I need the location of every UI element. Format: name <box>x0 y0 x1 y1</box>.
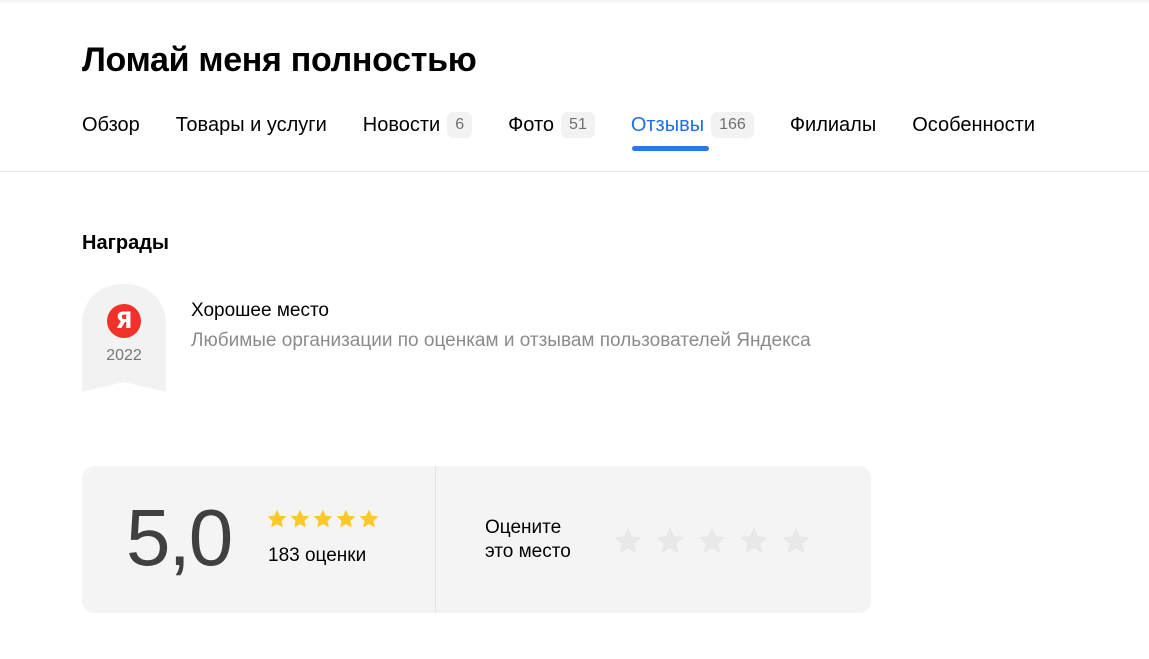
tab-photos[interactable]: Фото 51 <box>508 108 595 142</box>
tab-label: Отзывы <box>630 113 705 136</box>
award-description: Любимые организации по оценкам и отзывам… <box>191 330 811 351</box>
tab-bar: Обзор Товары и услуги Новости 6 Фото 51 … <box>82 108 1035 151</box>
tab-count-badge: 51 <box>561 112 595 138</box>
rating-stars <box>266 508 380 530</box>
star-icon <box>359 509 379 528</box>
card-divider <box>435 466 436 613</box>
tab-label: Обзор <box>82 113 140 136</box>
tab-label: Фото <box>508 113 555 136</box>
page-title: Ломай меня полностью <box>82 41 477 79</box>
tab-label: Товары и услуги <box>175 113 327 136</box>
rate-prompt-line1: Оцените <box>485 517 562 538</box>
rate-star-icon[interactable] <box>738 525 770 557</box>
ratings-count: 183 оценки <box>268 545 367 566</box>
tab-branches[interactable]: Филиалы <box>790 108 876 142</box>
rate-star-icon[interactable] <box>696 525 728 557</box>
rate-star-icon[interactable] <box>654 525 686 557</box>
tab-overview[interactable]: Обзор <box>82 108 140 142</box>
rate-star-icon[interactable] <box>780 525 812 557</box>
tab-label: Филиалы <box>789 113 877 136</box>
tab-label: Особенности <box>912 113 1036 136</box>
tab-count-badge: 166 <box>711 112 754 138</box>
rating-score: 5,0 <box>126 493 233 582</box>
rating-card: 5,0 183 оценки Оцените это место <box>82 466 871 613</box>
header-divider <box>0 171 1149 172</box>
awards-section-title: Награды <box>82 232 170 254</box>
award-name: Хорошее место <box>191 300 330 321</box>
star-icon <box>313 509 333 528</box>
tab-count-badge: 6 <box>447 112 473 138</box>
tab-goods-services[interactable]: Товары и услуги <box>176 108 327 142</box>
star-icon <box>290 509 310 528</box>
award-year: 2022 <box>106 347 142 364</box>
star-icon <box>336 509 356 528</box>
tab-news[interactable]: Новости 6 <box>362 108 473 142</box>
yandex-logo-icon: Я <box>107 304 141 338</box>
rate-prompt-line2: это место <box>485 541 571 562</box>
star-icon <box>267 509 287 528</box>
tab-features[interactable]: Особенности <box>912 108 1035 142</box>
header-shadow <box>0 0 1149 4</box>
rate-stars-input[interactable] <box>612 525 812 557</box>
rate-prompt: Оцените это место <box>485 516 595 564</box>
rate-star-icon[interactable] <box>612 525 644 557</box>
tab-label: Новости <box>362 113 441 136</box>
award-badge: Я 2022 <box>82 282 166 392</box>
tab-reviews[interactable]: Отзывы 166 <box>630 108 754 151</box>
